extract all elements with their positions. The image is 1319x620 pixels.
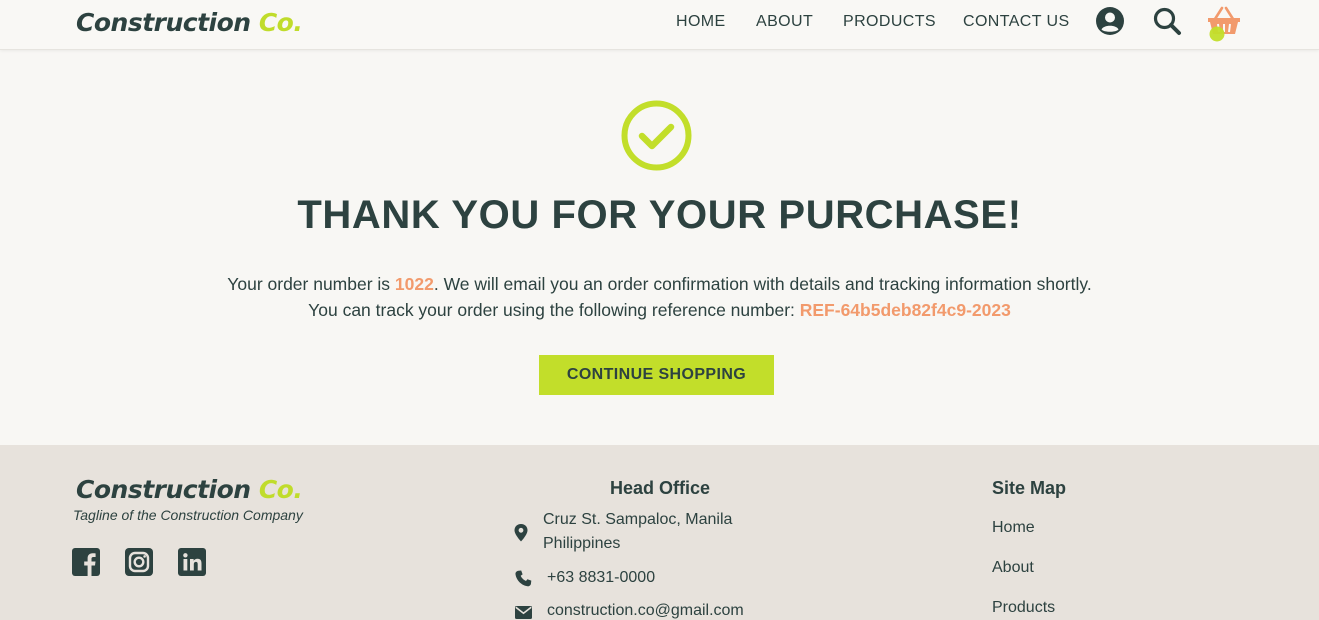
head-office-title: Head Office (610, 478, 711, 498)
footer-brand-logo[interactable]: Construction Co. (76, 475, 303, 504)
address: Cruz St. Sampaloc, Manila Philippines (543, 508, 732, 556)
nav-products[interactable]: PRODUCTS (843, 13, 936, 31)
location-pin-icon (514, 524, 528, 542)
tracking-message: You can track your order using the follo… (0, 300, 1319, 321)
linkedin-icon[interactable] (177, 547, 207, 577)
phone-number[interactable]: +63 8831-0000 (547, 566, 655, 590)
facebook-icon[interactable] (71, 547, 101, 577)
nav-contact-us[interactable]: CONTACT US (963, 13, 1070, 31)
footer-brand-name-accent: Co. (258, 475, 303, 504)
sitemap-link-about[interactable]: About (992, 559, 1034, 577)
nav-about[interactable]: ABOUT (756, 13, 813, 31)
success-check-icon (621, 100, 692, 171)
site-map-title: Site Map (992, 478, 1067, 498)
address-line-2: Philippines (543, 535, 621, 552)
brand-logo[interactable]: Construction Co. (76, 8, 303, 37)
user-icon[interactable] (1095, 6, 1125, 36)
reference-number: REF-64b5deb82f4c9-2023 (799, 300, 1011, 320)
email-address[interactable]: construction.co@gmail.com (547, 599, 744, 620)
phone-icon (515, 570, 532, 587)
continue-shopping-button[interactable]: CONTINUE SHOPPING (539, 355, 774, 395)
footer-brand-name: Construction (76, 475, 251, 504)
nav-home[interactable]: HOME (676, 13, 726, 31)
instagram-icon[interactable] (124, 547, 154, 577)
brand-name: Construction (76, 8, 251, 37)
page-title: THANK YOU FOR YOUR PURCHASE! (297, 193, 1022, 237)
site-header: Construction Co. HOME ABOUT PRODUCTS CON… (0, 0, 1319, 50)
order-message: Your order number is 1022. We will email… (0, 274, 1319, 295)
search-icon[interactable] (1152, 6, 1182, 36)
basket-icon[interactable] (1205, 4, 1243, 46)
tracking-message-prefix: You can track your order using the follo… (308, 300, 800, 320)
site-footer: Construction Co. Tagline of the Construc… (0, 445, 1319, 620)
sitemap-link-home[interactable]: Home (992, 519, 1035, 537)
email-icon (515, 606, 532, 619)
brand-name-accent: Co. (258, 8, 303, 37)
brand-tagline: Tagline of the Construction Company (73, 507, 303, 523)
sitemap-link-products[interactable]: Products (992, 599, 1055, 617)
order-number: 1022 (394, 274, 434, 294)
address-line-1: Cruz St. Sampaloc, Manila (543, 511, 733, 528)
order-message-prefix: Your order number is (227, 274, 395, 294)
order-message-suffix: . We will email you an order confirmatio… (433, 274, 1092, 294)
